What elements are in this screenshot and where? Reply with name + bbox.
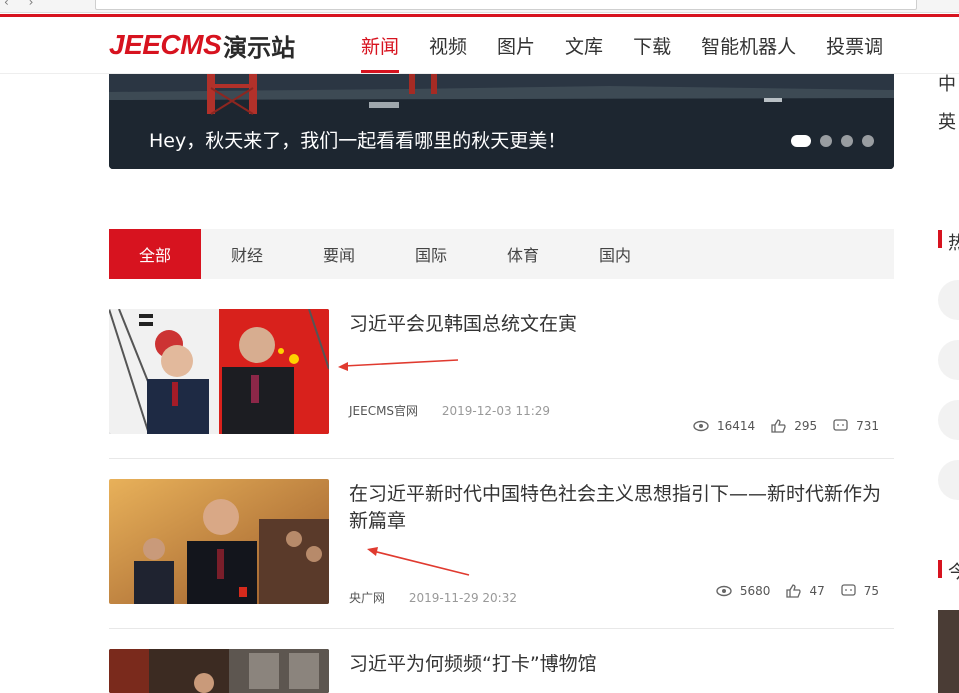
sidebar-text[interactable]: 英 [938,108,956,134]
banner-caption[interactable]: Hey，秋天来了，我们一起看看哪里的秋天更美！ [149,126,566,153]
logo-brand: JEECMS [109,29,222,60]
logo-suffix: 演示站 [223,33,296,62]
tab-finance[interactable]: 财经 [201,229,293,279]
thumbs-up-icon [771,419,786,433]
comment-count[interactable]: 731 [833,419,879,433]
site-logo[interactable]: JEECMS 演示站 [109,29,296,62]
comment-icon [833,419,848,431]
nav-item-vote[interactable]: 投票调 [811,17,898,73]
article-thumbnail[interactable] [109,479,329,604]
sidebar-rank-badge[interactable] [938,400,959,440]
list-item[interactable]: 习近平为何频频“打卡”博物馆 [109,649,894,693]
article-source: 央广网 [349,591,386,605]
article-thumbnail[interactable] [109,649,329,693]
article-title[interactable]: 在习近平新时代中国特色社会主义思想指引下——新时代新作为新篇章 [349,481,899,535]
article-title[interactable]: 习近平会见韩国总统文在寅 [349,311,899,338]
browser-nav-arrows-icon[interactable]: ‹ › [4,0,41,9]
like-count-value: 295 [794,419,818,433]
carousel-dot[interactable] [862,135,874,147]
eye-icon [693,420,709,432]
address-bar[interactable] [95,0,917,10]
banner-carousel[interactable]: Hey，秋天来了，我们一起看看哪里的秋天更美！ [109,74,894,169]
sidebar-rank-badge[interactable] [938,460,959,500]
sidebar-heading-marker [938,230,942,248]
tab-all[interactable]: 全部 [109,229,201,279]
nav-item-news[interactable]: 新闻 [346,17,414,73]
banner-image [109,74,894,169]
list-item[interactable]: 习近平会见韩国总统文在寅 JEECMS官网 2019-12-03 11:29 1… [109,309,894,434]
article-title[interactable]: 习近平为何频频“打卡”博物馆 [349,651,899,678]
list-divider [109,458,894,459]
article-meta: JEECMS官网 2019-12-03 11:29 [349,402,550,419]
article-thumbnail[interactable] [109,309,329,434]
article-meta: 央广网 2019-11-29 20:32 [349,589,517,606]
nav-item-robot[interactable]: 智能机器人 [686,17,811,73]
sidebar-thumbnail[interactable] [938,610,959,693]
sidebar-heading: 今 [948,562,959,583]
sidebar-rank-badge[interactable] [938,280,959,320]
comment-count[interactable]: 75 [841,584,879,598]
nav-item-video[interactable]: 视频 [414,17,482,73]
eye-icon [716,585,732,597]
like-count-value: 47 [809,584,825,598]
view-count-value: 5680 [739,584,771,598]
annotation-arrow [367,547,470,576]
comment-count-value: 731 [856,419,879,433]
sidebar-rank-badge[interactable] [938,340,959,380]
article-date: 2019-12-03 11:29 [441,404,551,418]
article-stats: 5680 47 75 [716,584,879,598]
sidebar-text[interactable]: 中 [938,70,956,96]
sidebar-heading: 热 [948,233,959,254]
comment-count-value: 75 [863,584,879,598]
category-tabs: 全部 财经 要闻 国际 体育 国内 [109,229,894,279]
article-date: 2019-11-29 20:32 [408,591,517,605]
view-count: 5680 [716,584,771,598]
browser-toolbar: ‹ › [0,0,959,13]
carousel-dot[interactable] [791,135,811,147]
tab-domestic[interactable]: 国内 [569,229,661,279]
site-header: JEECMS 演示站 新闻 视频 图片 文库 下载 智能机器人 投票调 [0,17,959,74]
nav-item-library[interactable]: 文库 [550,17,618,73]
article-source: JEECMS官网 [349,404,419,418]
view-count-value: 16414 [717,419,756,433]
nav-item-download[interactable]: 下载 [618,17,686,73]
main-nav: 新闻 视频 图片 文库 下载 智能机器人 投票调 [346,17,898,73]
thumbs-up-icon [786,584,802,598]
view-count: 16414 [693,419,755,433]
nav-item-pictures[interactable]: 图片 [482,17,550,73]
tab-headlines[interactable]: 要闻 [293,229,385,279]
carousel-dot[interactable] [841,135,853,147]
carousel-dot[interactable] [820,135,832,147]
like-count[interactable]: 295 [771,419,817,433]
comment-icon [841,584,856,596]
tab-international[interactable]: 国际 [385,229,477,279]
annotation-arrow [338,359,459,371]
list-divider [109,628,894,629]
sidebar-heading-marker [938,560,942,578]
tab-sports[interactable]: 体育 [477,229,569,279]
article-stats: 16414 295 731 [693,419,879,433]
like-count[interactable]: 47 [786,584,825,598]
carousel-dots [791,135,874,147]
list-item[interactable]: 在习近平新时代中国特色社会主义思想指引下——新时代新作为新篇章 央广网 2019… [109,479,894,606]
